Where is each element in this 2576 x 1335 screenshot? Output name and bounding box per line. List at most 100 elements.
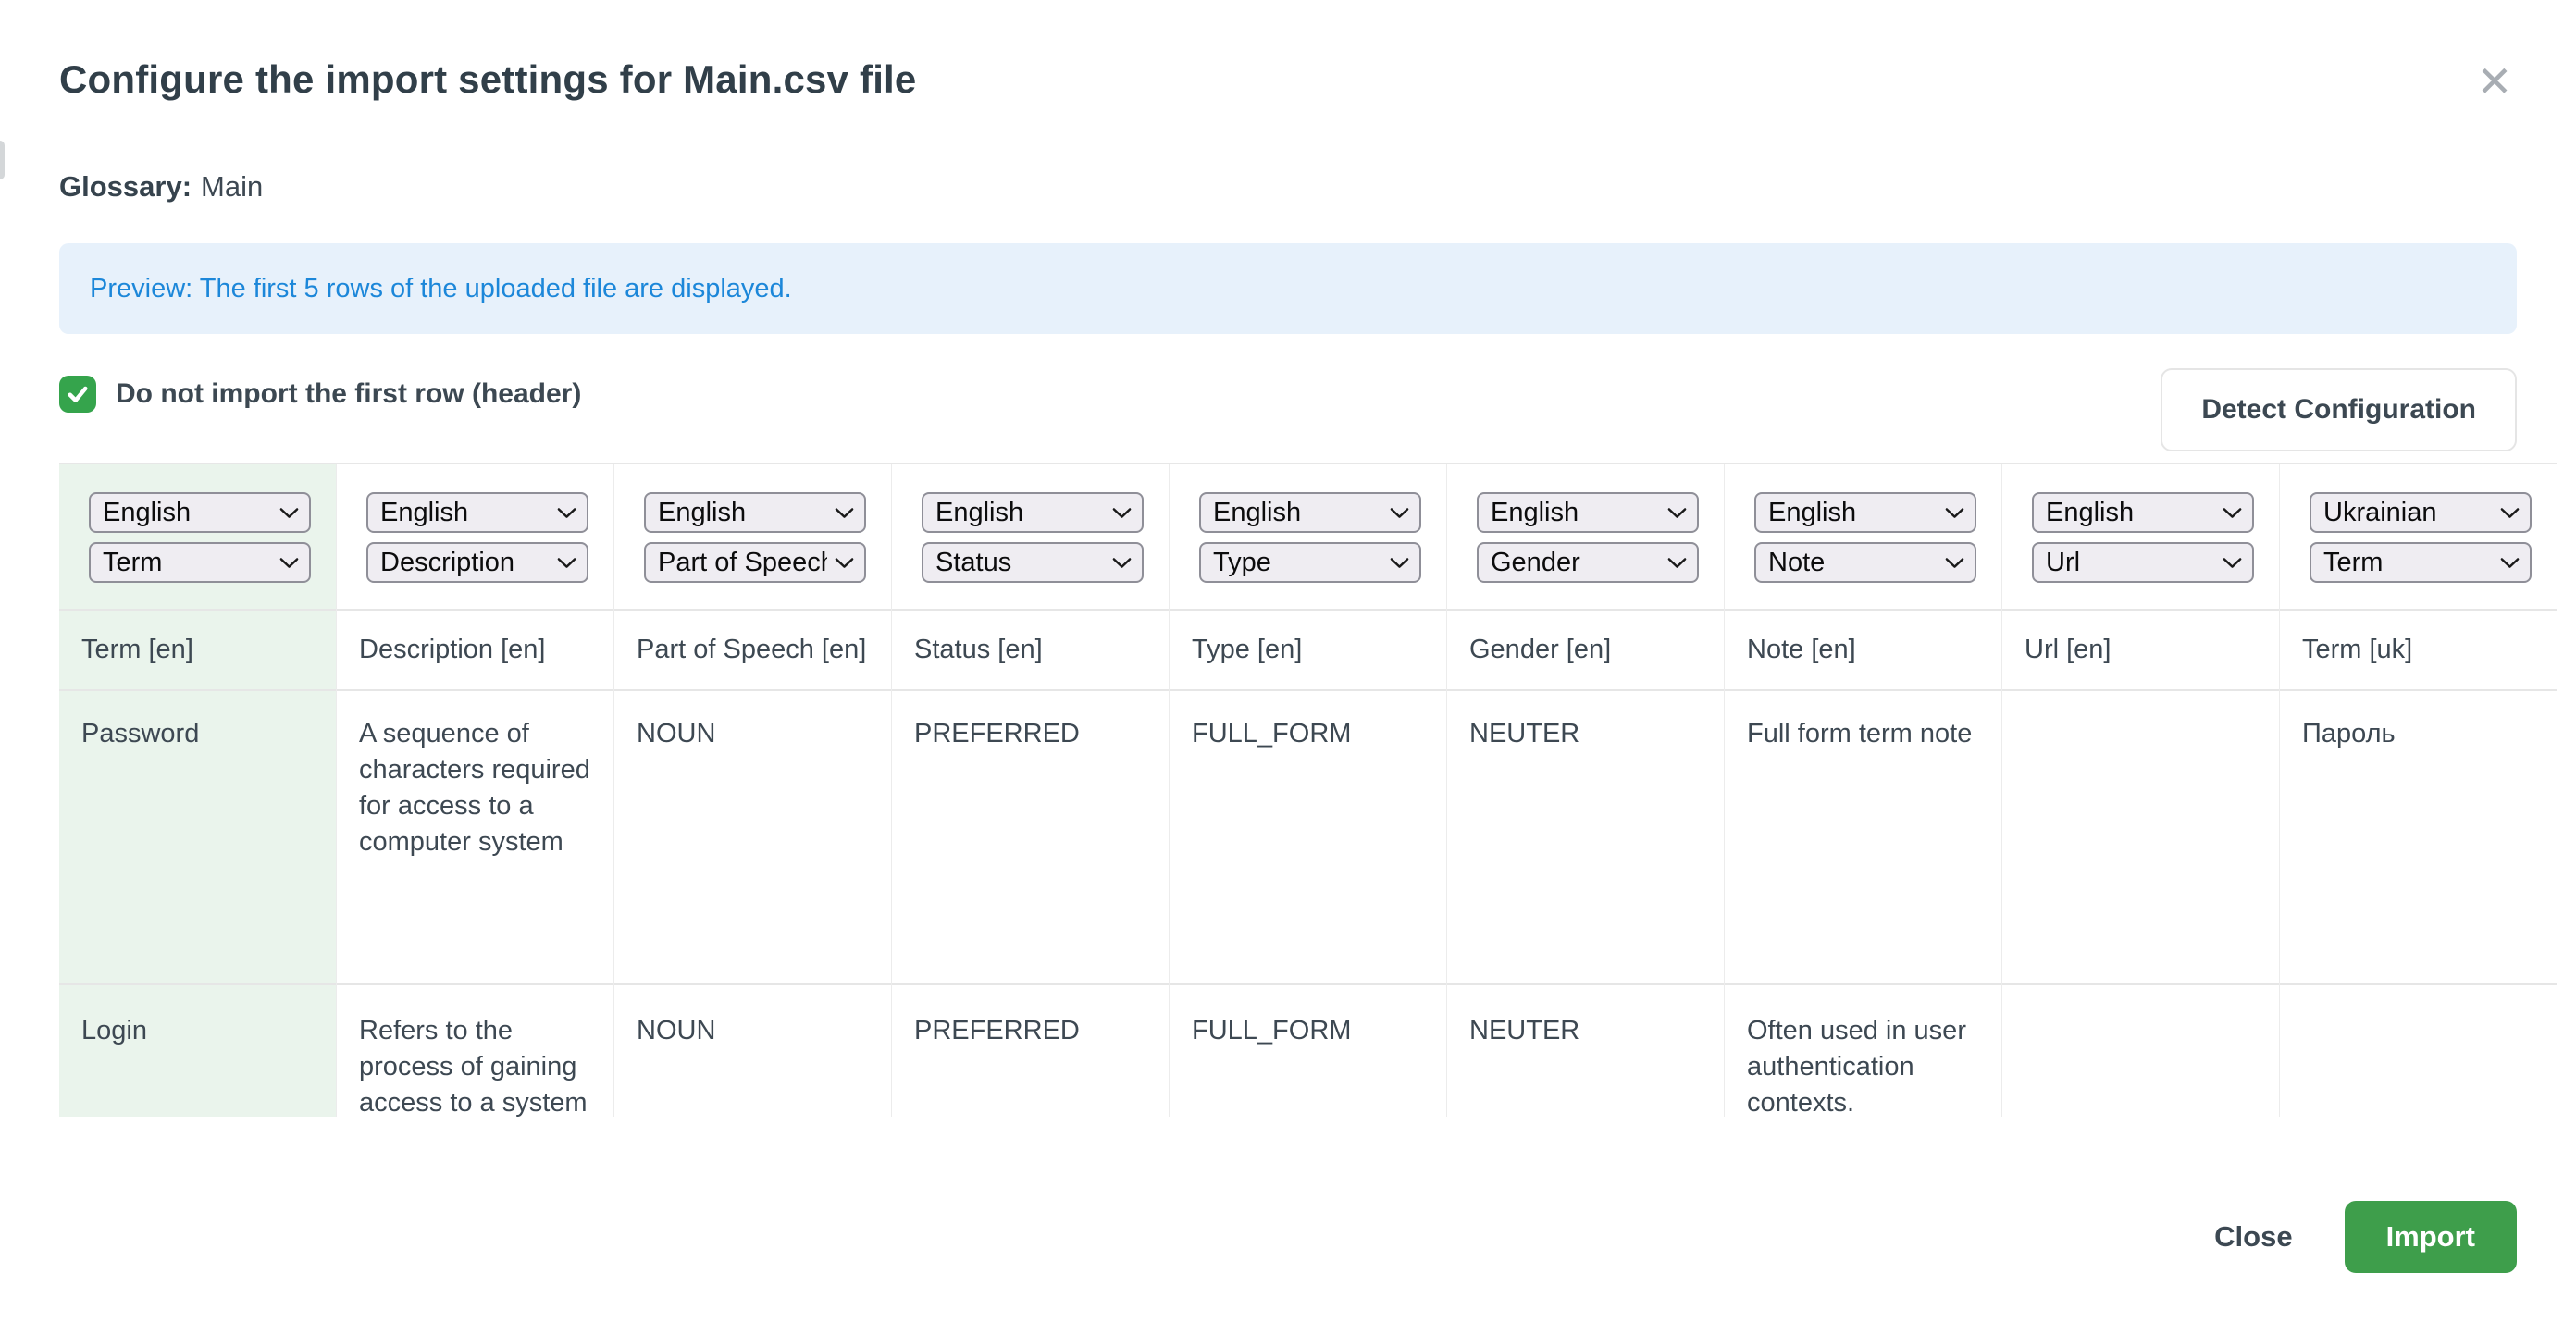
field-select[interactable]: Description xyxy=(366,542,588,583)
chevron-down-icon xyxy=(557,557,576,569)
chevron-down-icon xyxy=(1667,557,1687,569)
field-select-value: Note xyxy=(1768,548,1825,578)
table-cell-row2: Refers to the process of gaining access … xyxy=(337,985,613,1117)
table-cell-row2: FULL_FORM xyxy=(1170,985,1446,1117)
field-select-value: Url xyxy=(2046,548,2080,578)
column-mapping-cell: Ukrainian Term xyxy=(2280,464,2557,609)
column-header-cell: Part of Speech [en] xyxy=(614,609,891,691)
table-controls-row: Do not import the first row (header) Det… xyxy=(59,368,2517,453)
import-button[interactable]: Import xyxy=(2345,1201,2517,1273)
field-select[interactable]: Url xyxy=(2032,542,2254,583)
column-mapping-cell: English Url xyxy=(2002,464,2279,609)
glossary-line: Glossary: Main xyxy=(59,170,263,204)
column-header-cell: Type [en] xyxy=(1170,609,1446,691)
table-column: Ukrainian Term Term [uk] Пароль xyxy=(2280,464,2557,1117)
field-select-value: Term xyxy=(103,548,162,578)
column-header-cell: Status [en] xyxy=(892,609,1169,691)
chevron-down-icon xyxy=(2500,557,2520,569)
language-select[interactable]: English xyxy=(1754,492,1976,533)
column-header-cell: Url [en] xyxy=(2002,609,2279,691)
checkbox-checked-icon[interactable] xyxy=(59,376,96,413)
column-mapping-cell: English Status xyxy=(892,464,1169,609)
field-select[interactable]: Type xyxy=(1199,542,1421,583)
field-select[interactable]: Term xyxy=(2310,542,2532,583)
column-mapping-cell: English Note xyxy=(1725,464,2001,609)
language-select[interactable]: English xyxy=(2032,492,2254,533)
chevron-down-icon xyxy=(2223,507,2242,519)
table-cell-row1: Full form term note xyxy=(1725,691,2001,985)
language-select[interactable]: Ukrainian xyxy=(2310,492,2532,533)
table-column: English Gender Gender [en] NEUTER NEUTER xyxy=(1447,464,1725,1117)
field-select[interactable]: Note xyxy=(1754,542,1976,583)
preview-info-text: Preview: The first 5 rows of the uploade… xyxy=(90,274,792,304)
chevron-down-icon xyxy=(1945,557,1964,569)
table-cell-row2: NEUTER xyxy=(1447,985,1724,1117)
table-cell-row2: PREFERRED xyxy=(892,985,1169,1117)
table-column: English Status Status [en] PREFERRED PRE… xyxy=(892,464,1170,1117)
column-header-cell: Term [uk] xyxy=(2280,609,2557,691)
language-select-value: English xyxy=(658,498,746,528)
language-select[interactable]: English xyxy=(366,492,588,533)
chevron-down-icon xyxy=(1945,507,1964,519)
language-select-value: English xyxy=(935,498,1023,528)
field-select-value: Description xyxy=(380,548,514,578)
table-cell-row2: NOUN xyxy=(614,985,891,1117)
field-select-value: Type xyxy=(1213,548,1271,578)
table-cell-row1: Пароль xyxy=(2280,691,2557,985)
column-header-cell: Gender [en] xyxy=(1447,609,1724,691)
language-select[interactable]: English xyxy=(89,492,311,533)
column-mapping-cell: English Term xyxy=(59,464,336,609)
close-icon[interactable]: ✕ xyxy=(2467,54,2522,109)
preview-info-banner: Preview: The first 5 rows of the uploade… xyxy=(59,243,2517,334)
chevron-down-icon xyxy=(1667,507,1687,519)
dialog-footer: Close Import xyxy=(2214,1201,2517,1273)
table-column: English Note Note [en] Full form term no… xyxy=(1725,464,2002,1117)
import-preview-table: English Term Term [en] Password Login xyxy=(59,463,2557,1117)
glossary-label: Glossary: xyxy=(59,170,192,203)
table-cell-row1: PREFERRED xyxy=(892,691,1169,985)
close-button[interactable]: Close xyxy=(2214,1220,2292,1254)
table-cell-row1: FULL_FORM xyxy=(1170,691,1446,985)
dialog-title: Configure the import settings for Main.c… xyxy=(59,57,917,102)
column-mapping-cell: English Type xyxy=(1170,464,1446,609)
table-column: English Description Description [en] A s… xyxy=(337,464,614,1117)
chevron-down-icon xyxy=(835,557,854,569)
language-select-value: English xyxy=(103,498,191,528)
language-select[interactable]: English xyxy=(1477,492,1699,533)
field-select[interactable]: Part of Speech xyxy=(644,542,866,583)
glossary-value: Main xyxy=(201,170,263,203)
field-select[interactable]: Gender xyxy=(1477,542,1699,583)
field-select-value: Gender xyxy=(1491,548,1580,578)
language-select[interactable]: English xyxy=(1199,492,1421,533)
column-header-cell: Description [en] xyxy=(337,609,613,691)
import-settings-dialog: Configure the import settings for Main.c… xyxy=(0,0,2576,1335)
language-select[interactable]: English xyxy=(644,492,866,533)
language-select-value: Ukrainian xyxy=(2323,498,2437,528)
table-column: English Part of Speech Part of Speech [e… xyxy=(614,464,892,1117)
table-cell-row1: NEUTER xyxy=(1447,691,1724,985)
table-cell-row1: NOUN xyxy=(614,691,891,985)
field-select-value: Status xyxy=(935,548,1011,578)
chevron-down-icon xyxy=(279,557,299,569)
column-mapping-cell: English Gender xyxy=(1447,464,1724,609)
table-cell-row2 xyxy=(2002,985,2279,1117)
field-select[interactable]: Term xyxy=(89,542,311,583)
column-header-cell: Note [en] xyxy=(1725,609,2001,691)
field-select-value: Part of Speech xyxy=(658,548,827,578)
clipped-edge-artifact xyxy=(0,141,5,179)
chevron-down-icon xyxy=(1390,557,1409,569)
chevron-down-icon xyxy=(279,507,299,519)
field-select[interactable]: Status xyxy=(922,542,1144,583)
language-select-value: English xyxy=(2046,498,2134,528)
column-mapping-cell: English Description xyxy=(337,464,613,609)
table-cell-row1: Password xyxy=(59,691,336,985)
skip-header-checkbox-row[interactable]: Do not import the first row (header) xyxy=(59,376,581,413)
detect-configuration-button[interactable]: Detect Configuration xyxy=(2161,368,2517,451)
field-select-value: Term xyxy=(2323,548,2383,578)
chevron-down-icon xyxy=(835,507,854,519)
chevron-down-icon xyxy=(1390,507,1409,519)
column-mapping-cell: English Part of Speech xyxy=(614,464,891,609)
language-select-value: English xyxy=(380,498,468,528)
language-select[interactable]: English xyxy=(922,492,1144,533)
table-cell-row2 xyxy=(2280,985,2557,1117)
